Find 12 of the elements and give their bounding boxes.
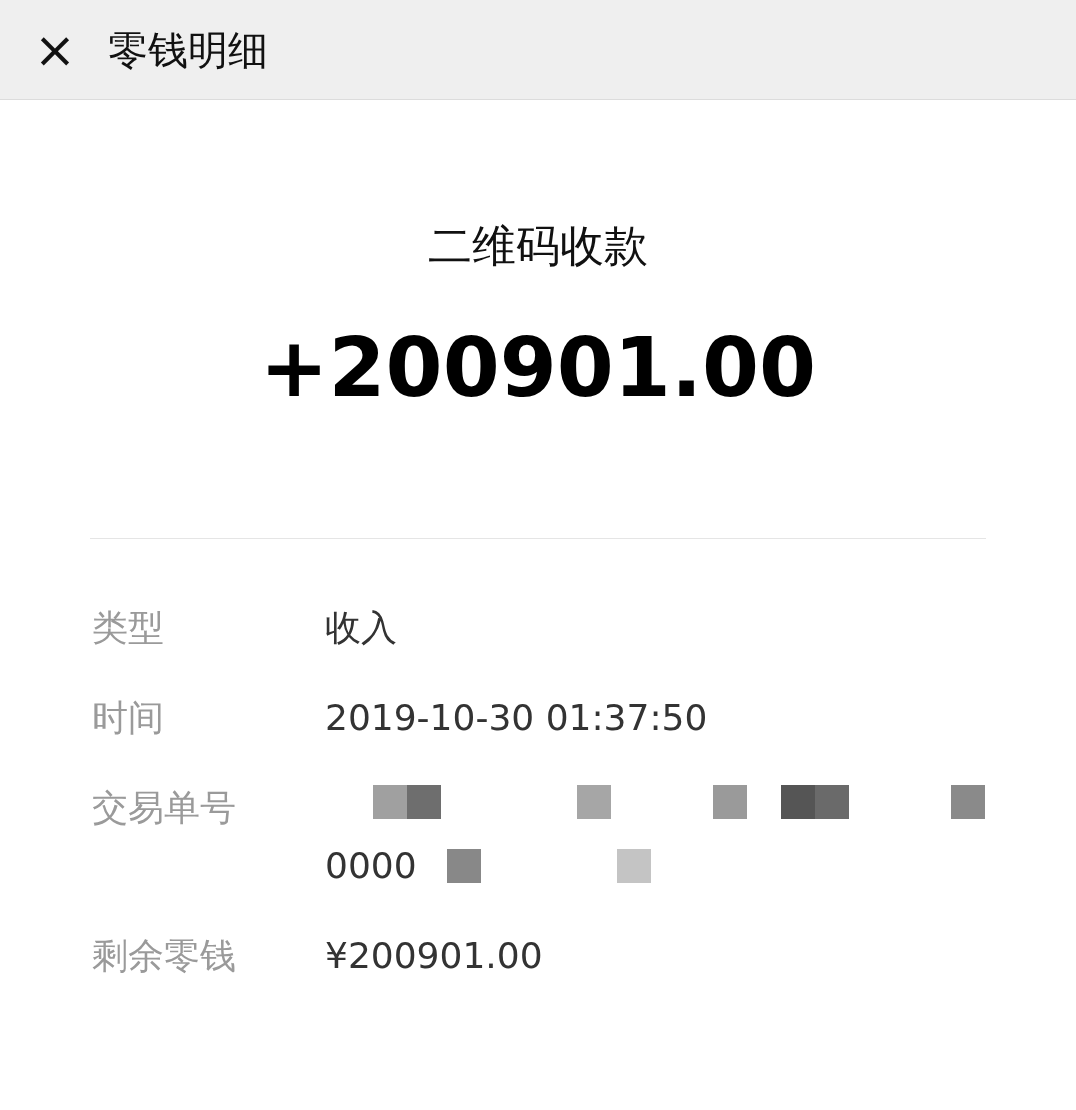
field-value: 收入 <box>325 606 397 650</box>
field-value: 0000 <box>325 844 417 888</box>
field-label: 时间 <box>92 696 165 740</box>
field-label: 交易单号 <box>92 786 237 830</box>
transaction-title: 二维码收款 <box>428 219 648 273</box>
field-value: ¥200901.00 <box>325 934 543 978</box>
field-value: 2019-10-30 01:37:50 <box>325 696 708 740</box>
transaction-amount: +200901.00 <box>259 319 817 417</box>
field-label: 类型 <box>92 606 165 650</box>
page-title: 零钱明细 <box>108 25 268 75</box>
close-button[interactable]: × <box>30 24 80 75</box>
field-label: 剩余零钱 <box>92 934 237 978</box>
